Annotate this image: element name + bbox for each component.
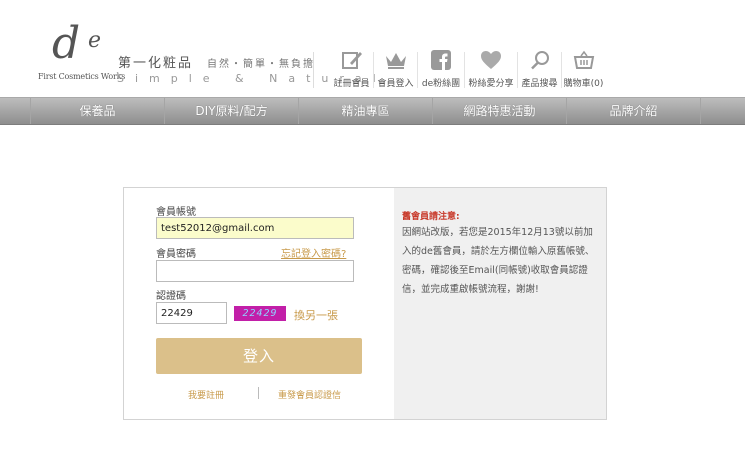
heart-icon: [465, 48, 517, 72]
captcha-input[interactable]: [156, 302, 227, 324]
header-divider: [313, 52, 314, 88]
footer-divider: [258, 387, 259, 399]
cart-icon: [562, 48, 605, 72]
account-label: 會員帳號: [156, 207, 196, 218]
search-icon: [518, 48, 561, 72]
brand-logo[interactable]: d e First Cosmetics Works: [38, 18, 126, 88]
logo-mark-e: e: [88, 28, 102, 53]
facebook-label: de粉絲團: [421, 79, 461, 89]
register-label: 註冊會員: [333, 79, 370, 89]
captcha-refresh-link[interactable]: 換另一張: [294, 307, 338, 323]
password-label: 會員密碼: [156, 249, 196, 260]
captcha-label: 認證碼: [156, 291, 186, 302]
captcha-image: 22429: [234, 306, 286, 321]
header-toolbar: 註冊會員 會員登入 de粉絲團 粉絲愛分享 產品搜尋 購物車(0): [330, 48, 605, 92]
login-link-label: 會員登入: [377, 79, 414, 89]
brand-name: 第一化粧品: [118, 56, 194, 71]
register-button[interactable]: 註冊會員: [330, 48, 373, 92]
register-icon: [330, 48, 373, 72]
resend-verification-link[interactable]: 重發會員認證信: [278, 388, 341, 401]
logo-subtitle: First Cosmetics Works: [38, 72, 126, 81]
notice-title: 舊會員請注意:: [402, 212, 460, 222]
product-search-button[interactable]: 產品搜尋: [518, 48, 561, 92]
nav-spacer: [700, 98, 745, 124]
product-search-label: 產品搜尋: [521, 79, 558, 89]
facebook-button[interactable]: de粉絲團: [418, 48, 464, 92]
forgot-password-link[interactable]: 忘記登入密碼?: [281, 245, 346, 260]
account-input[interactable]: [156, 217, 354, 239]
share-button[interactable]: 粉絲愛分享: [465, 48, 517, 92]
login-link-button[interactable]: 會員登入: [374, 48, 417, 92]
nav-item-promotions[interactable]: 網路特惠活動: [432, 98, 566, 124]
login-button[interactable]: 登入: [156, 338, 362, 374]
password-input[interactable]: [156, 260, 354, 282]
register-link[interactable]: 我要註冊: [188, 388, 224, 401]
nav-item-essential-oil[interactable]: 精油專區: [298, 98, 432, 124]
nav-item-brand[interactable]: 品牌介紹: [566, 98, 700, 124]
facebook-icon: [418, 48, 464, 72]
main-nav: 保養品 DIY原料/配方 精油專區 網路特惠活動 品牌介紹: [0, 97, 745, 125]
nav-item-diy[interactable]: DIY原料/配方: [164, 98, 298, 124]
login-panel: 會員帳號 會員密碼 忘記登入密碼? 認證碼 22429 換另一張 登入 我要註冊…: [123, 187, 607, 420]
logo-mark: d: [52, 18, 81, 69]
brand-tagline: 自然・簡單・無負擔: [207, 59, 315, 70]
share-label: 粉絲愛分享: [468, 79, 514, 89]
cart-button[interactable]: 購物車(0): [562, 48, 605, 92]
nav-item-skincare[interactable]: 保養品: [30, 98, 164, 124]
cart-label: 購物車(0): [563, 79, 604, 89]
crown-icon: [374, 48, 417, 72]
notice-body: 因網站改版，若您是2015年12月13號以前加入的de舊會員，請於左方欄位輸入原…: [402, 227, 595, 295]
notice-panel: 舊會員請注意: 因網站改版，若您是2015年12月13號以前加入的de舊會員，請…: [394, 188, 606, 419]
